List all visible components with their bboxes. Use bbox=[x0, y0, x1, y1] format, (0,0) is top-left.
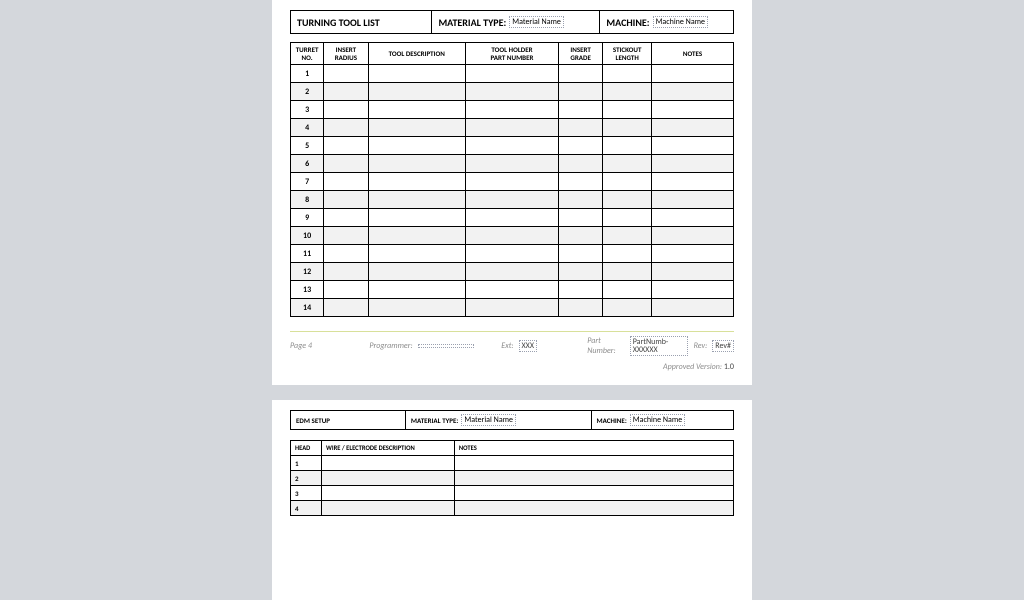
ext-value[interactable]: XXX bbox=[519, 340, 537, 352]
programmer-label: Programmer: bbox=[369, 341, 412, 351]
header-row-2: EDM SETUP MATERIAL TYPE: Material Name M… bbox=[290, 410, 734, 430]
table-row: 6 bbox=[291, 155, 734, 173]
material-value-2[interactable]: Material Name bbox=[461, 414, 516, 426]
rev-value[interactable]: Rev# bbox=[712, 340, 734, 352]
document-page-1: TURNING TOOL LIST MATERIAL TYPE: Materia… bbox=[272, 0, 752, 385]
edm-table: HEAD WIRE / ELECTRODE DESCRIPTION NOTES … bbox=[290, 440, 734, 516]
table-row: 8 bbox=[291, 191, 734, 209]
page-label: Page bbox=[290, 341, 306, 351]
table-header-row: HEAD WIRE / ELECTRODE DESCRIPTION NOTES bbox=[291, 441, 734, 456]
document-page-2: EDM SETUP MATERIAL TYPE: Material Name M… bbox=[272, 400, 752, 600]
table-row: 11 bbox=[291, 245, 734, 263]
machine-label: MACHINE: bbox=[606, 16, 649, 29]
table-row: 13 bbox=[291, 281, 734, 299]
table-row: 3 bbox=[291, 486, 734, 501]
title: TURNING TOOL LIST bbox=[297, 16, 380, 29]
material-label: MATERIAL TYPE: bbox=[438, 16, 506, 29]
material-label-2: MATERIAL TYPE: bbox=[411, 416, 458, 425]
partnum-label: Part Number: bbox=[587, 336, 624, 356]
table-row: 2 bbox=[291, 83, 734, 101]
table-row: 4 bbox=[291, 501, 734, 516]
table-row: 12 bbox=[291, 263, 734, 281]
table-row: 10 bbox=[291, 227, 734, 245]
machine-label-2: MACHINE: bbox=[597, 416, 627, 425]
title-2: EDM SETUP bbox=[296, 416, 330, 425]
table-row: 7 bbox=[291, 173, 734, 191]
approved-line: Approved Version: 1.0 bbox=[290, 362, 734, 372]
table-row: 5 bbox=[291, 137, 734, 155]
footer-divider bbox=[290, 331, 734, 332]
page-number: 4 bbox=[308, 341, 312, 351]
table-row: 1 bbox=[291, 456, 734, 471]
rev-label: Rev: bbox=[694, 341, 708, 351]
ext-label: Ext: bbox=[501, 341, 513, 351]
table-row: 14 bbox=[291, 299, 734, 317]
tool-list-table: TURRETNO. INSERTRADIUS TOOL DESCRIPTION … bbox=[290, 42, 734, 317]
material-value[interactable]: Material Name bbox=[509, 16, 564, 28]
page-footer: Page 4 Programmer: Ext: XXX Part Number:… bbox=[290, 336, 734, 356]
table-row: 9 bbox=[291, 209, 734, 227]
table-row: 3 bbox=[291, 101, 734, 119]
programmer-value[interactable] bbox=[418, 344, 474, 348]
table-header-row: TURRETNO. INSERTRADIUS TOOL DESCRIPTION … bbox=[291, 43, 734, 65]
table-row: 2 bbox=[291, 471, 734, 486]
table-row: 4 bbox=[291, 119, 734, 137]
header-row: TURNING TOOL LIST MATERIAL TYPE: Materia… bbox=[290, 10, 734, 34]
table-row: 1 bbox=[291, 65, 734, 83]
partnum-value[interactable]: PartNumb-XXXXXX bbox=[630, 336, 688, 356]
machine-value[interactable]: Machine Name bbox=[653, 16, 708, 28]
machine-value-2[interactable]: Machine Name bbox=[630, 414, 685, 426]
